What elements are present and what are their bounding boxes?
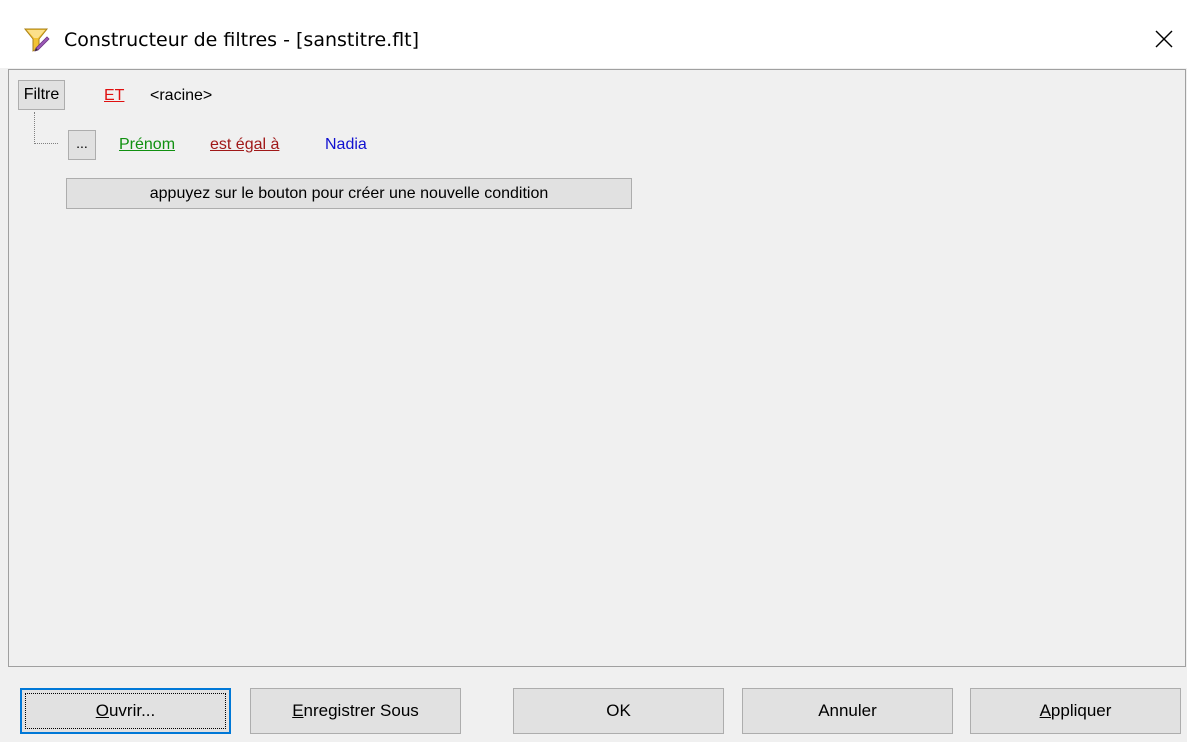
focus-ring	[25, 693, 226, 729]
open-button[interactable]: Ouvrir...	[20, 688, 231, 734]
group-operator-link[interactable]: ET	[104, 87, 124, 105]
window-title: Constructeur de filtres - [sanstitre.flt…	[64, 29, 420, 51]
save-as-button[interactable]: Enregistrer Sous	[250, 688, 461, 734]
root-label: <racine>	[150, 87, 213, 104]
add-condition-button[interactable]: appuyez sur le bouton pour créer une nou…	[66, 178, 632, 209]
filter-root-button[interactable]: Filtre	[18, 80, 65, 110]
close-icon	[1155, 30, 1173, 48]
filter-tree-panel: Filtre ET <racine> ... Prénom est égal à…	[8, 69, 1186, 667]
condition-field-link[interactable]: Prénom	[119, 136, 175, 154]
condition-value-link[interactable]: Nadia	[325, 136, 367, 154]
close-button[interactable]	[1141, 18, 1187, 60]
condition-operator-link[interactable]: est égal à	[210, 136, 279, 154]
title-bar: Constructeur de filtres - [sanstitre.flt…	[0, 0, 1187, 68]
condition-menu-button[interactable]: ...	[68, 130, 96, 160]
ok-button[interactable]: OK	[513, 688, 724, 734]
filter-builder-window: Constructeur de filtres - [sanstitre.flt…	[0, 0, 1187, 742]
filter-funnel-icon	[22, 26, 50, 54]
cancel-button[interactable]: Annuler	[742, 688, 953, 734]
tree-connector	[34, 112, 58, 144]
apply-button[interactable]: Appliquer	[970, 688, 1181, 734]
